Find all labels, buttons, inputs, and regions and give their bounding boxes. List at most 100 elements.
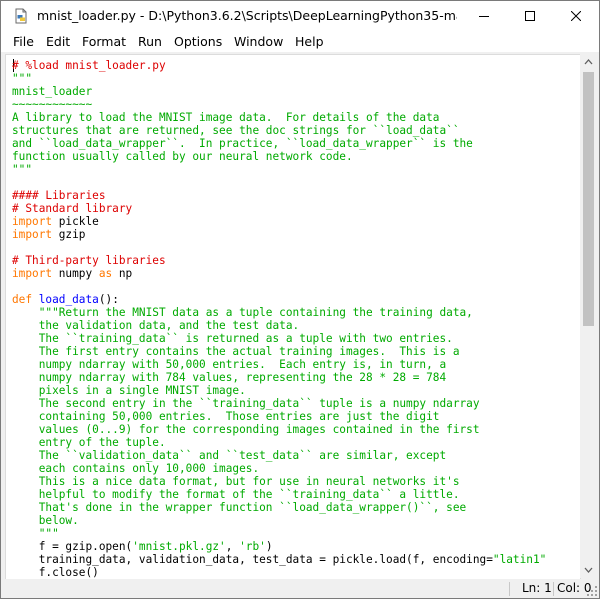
code-line: function usually called by our neural ne… xyxy=(12,150,353,163)
menu-file[interactable]: File xyxy=(13,34,34,49)
code-token: np xyxy=(112,267,133,280)
title-bar[interactable]: mnist_loader.py - D:\Python3.6.2\Scripts… xyxy=(1,1,599,32)
code-line: entry of the tuple. xyxy=(12,436,166,449)
close-icon xyxy=(571,11,581,21)
code-token: each contains only 10,000 images. xyxy=(12,462,260,475)
code-line: """ xyxy=(12,163,32,176)
code-token: ~~~~~~~~~~~~ xyxy=(12,98,93,111)
code-line: import numpy as np xyxy=(12,267,132,280)
python-file-icon xyxy=(13,8,29,24)
code-line: This is a nice data format, but for use … xyxy=(12,475,460,488)
code-token: , xyxy=(225,540,240,553)
code-token: (): xyxy=(98,293,119,306)
code-token: f = gzip.open( xyxy=(12,540,133,553)
maximize-button[interactable] xyxy=(507,1,553,32)
code-line: containing 50,000 entries. Those entries… xyxy=(12,410,440,423)
code-line: pixels in a single MNIST image. xyxy=(12,384,246,397)
code-line: structures that are returned, see the do… xyxy=(12,124,460,137)
code-editor[interactable]: # %load mnist_loader.py """ mnist_loader ~~… xyxy=(5,54,581,580)
code-token: """ xyxy=(12,163,33,176)
code-token: The second entry in the ``training_data`… xyxy=(12,397,480,410)
code-token: numpy xyxy=(52,267,99,280)
code-line: The ``training_data`` is returned as a t… xyxy=(12,332,453,345)
code-line: numpy ndarray with 784 values, represent… xyxy=(12,371,446,384)
code-line: # %load mnist_loader.py xyxy=(12,59,166,72)
code-line: That's done in the wrapper function ``lo… xyxy=(12,501,466,514)
close-button[interactable] xyxy=(553,1,599,32)
code-token: helpful to modify the format of the ``tr… xyxy=(12,488,460,501)
scroll-down-arrow-icon xyxy=(584,567,593,573)
code-token: "latin1" xyxy=(492,553,547,566)
code-line: numpy ndarray with 50,000 entries. Each … xyxy=(12,358,446,371)
vertical-scrollbar[interactable] xyxy=(580,54,597,578)
code-token: values (0...9) for the corresponding ima… xyxy=(12,423,480,436)
code-line: """Return the MNIST data as a tuple cont… xyxy=(12,306,473,319)
code-token: and ``load_data_wrapper``. In practice, … xyxy=(12,137,473,150)
menu-help[interactable]: Help xyxy=(295,34,324,49)
code-token: # Standard library xyxy=(12,202,133,215)
code-token: the validation data, and the test data. xyxy=(12,319,300,332)
code-token: gzip xyxy=(52,228,86,241)
menu-options[interactable]: Options xyxy=(174,34,222,49)
status-bar: Ln: 1 Col: 0 xyxy=(1,579,599,598)
scroll-down-button[interactable] xyxy=(580,561,597,578)
code-line: The second entry in the ``training_data`… xyxy=(12,397,480,410)
code-token: def xyxy=(12,293,33,306)
code-token: The ``validation_data`` and ``test_data`… xyxy=(12,449,447,462)
code-line: The ``validation_data`` and ``test_data`… xyxy=(12,449,446,462)
code-token: A library to load the MNIST image data. … xyxy=(12,111,440,124)
code-line: training_data, validation_data, test_dat… xyxy=(12,553,547,566)
code-token: training_data, validation_data, test_dat… xyxy=(12,553,493,566)
code-line: """ xyxy=(12,527,59,540)
code-token: pixels in a single MNIST image. xyxy=(12,384,246,397)
code-line: #### Libraries xyxy=(12,189,106,202)
status-line-number: Ln: 1 xyxy=(522,581,552,595)
menu-run[interactable]: Run xyxy=(138,34,162,49)
code-line: mnist_loader xyxy=(12,85,92,98)
scroll-up-button[interactable] xyxy=(580,54,597,71)
code-token: The first entry contains the actual trai… xyxy=(12,345,460,358)
code-token: """ xyxy=(12,527,59,540)
idle-editor-window: mnist_loader.py - D:\Python3.6.2\Scripts… xyxy=(0,0,600,599)
code-line: helpful to modify the format of the ``tr… xyxy=(12,488,460,501)
code-token: # %load mnist_loader.py xyxy=(12,59,166,72)
scroll-up-arrow-icon xyxy=(584,59,593,65)
code-line: A library to load the MNIST image data. … xyxy=(12,111,439,124)
code-token: import xyxy=(12,228,53,241)
code-token: function usually called by our neural ne… xyxy=(12,150,353,163)
menu-bar: File Edit Format Run Options Window Help xyxy=(1,32,599,52)
maximize-icon xyxy=(525,11,535,21)
code-token: structures that are returned, see the do… xyxy=(12,124,460,137)
code-token: numpy ndarray with 50,000 entries. Each … xyxy=(12,358,447,371)
code-line: # Standard library xyxy=(12,202,132,215)
code-token: mnist_loader xyxy=(12,85,93,98)
menu-window[interactable]: Window xyxy=(234,34,283,49)
code-line: below. xyxy=(12,514,79,527)
code-token: """ xyxy=(12,72,33,85)
status-divider xyxy=(553,582,554,596)
resize-grip-icon[interactable] xyxy=(586,585,598,597)
code-token: This is a nice data format, but for use … xyxy=(12,475,460,488)
code-token: containing 50,000 entries. Those entries… xyxy=(12,410,440,423)
code-line: ~~~~~~~~~~~~ xyxy=(12,98,92,111)
minimize-button[interactable] xyxy=(461,1,507,32)
code-token: The ``training_data`` is returned as a t… xyxy=(12,332,453,345)
code-line: def load_data(): xyxy=(12,293,119,306)
status-divider xyxy=(509,582,510,596)
code-token: 'rb' xyxy=(239,540,266,553)
code-line: # Third-party libraries xyxy=(12,254,166,267)
code-token: pickle xyxy=(52,215,99,228)
code-token: import xyxy=(12,267,53,280)
code-line: The first entry contains the actual trai… xyxy=(12,345,460,358)
menu-format[interactable]: Format xyxy=(82,34,126,49)
code-line: each contains only 10,000 images. xyxy=(12,462,259,475)
code-token: """Return the MNIST data as a tuple cont… xyxy=(12,306,473,319)
menu-edit[interactable]: Edit xyxy=(46,34,70,49)
code-token: as xyxy=(98,267,113,280)
code-line: import gzip xyxy=(12,228,85,241)
scrollbar-thumb[interactable] xyxy=(583,72,594,326)
code-line: import pickle xyxy=(12,215,99,228)
code-line: values (0...9) for the corresponding ima… xyxy=(12,423,480,436)
code-token: numpy ndarray with 784 values, represent… xyxy=(12,371,447,384)
